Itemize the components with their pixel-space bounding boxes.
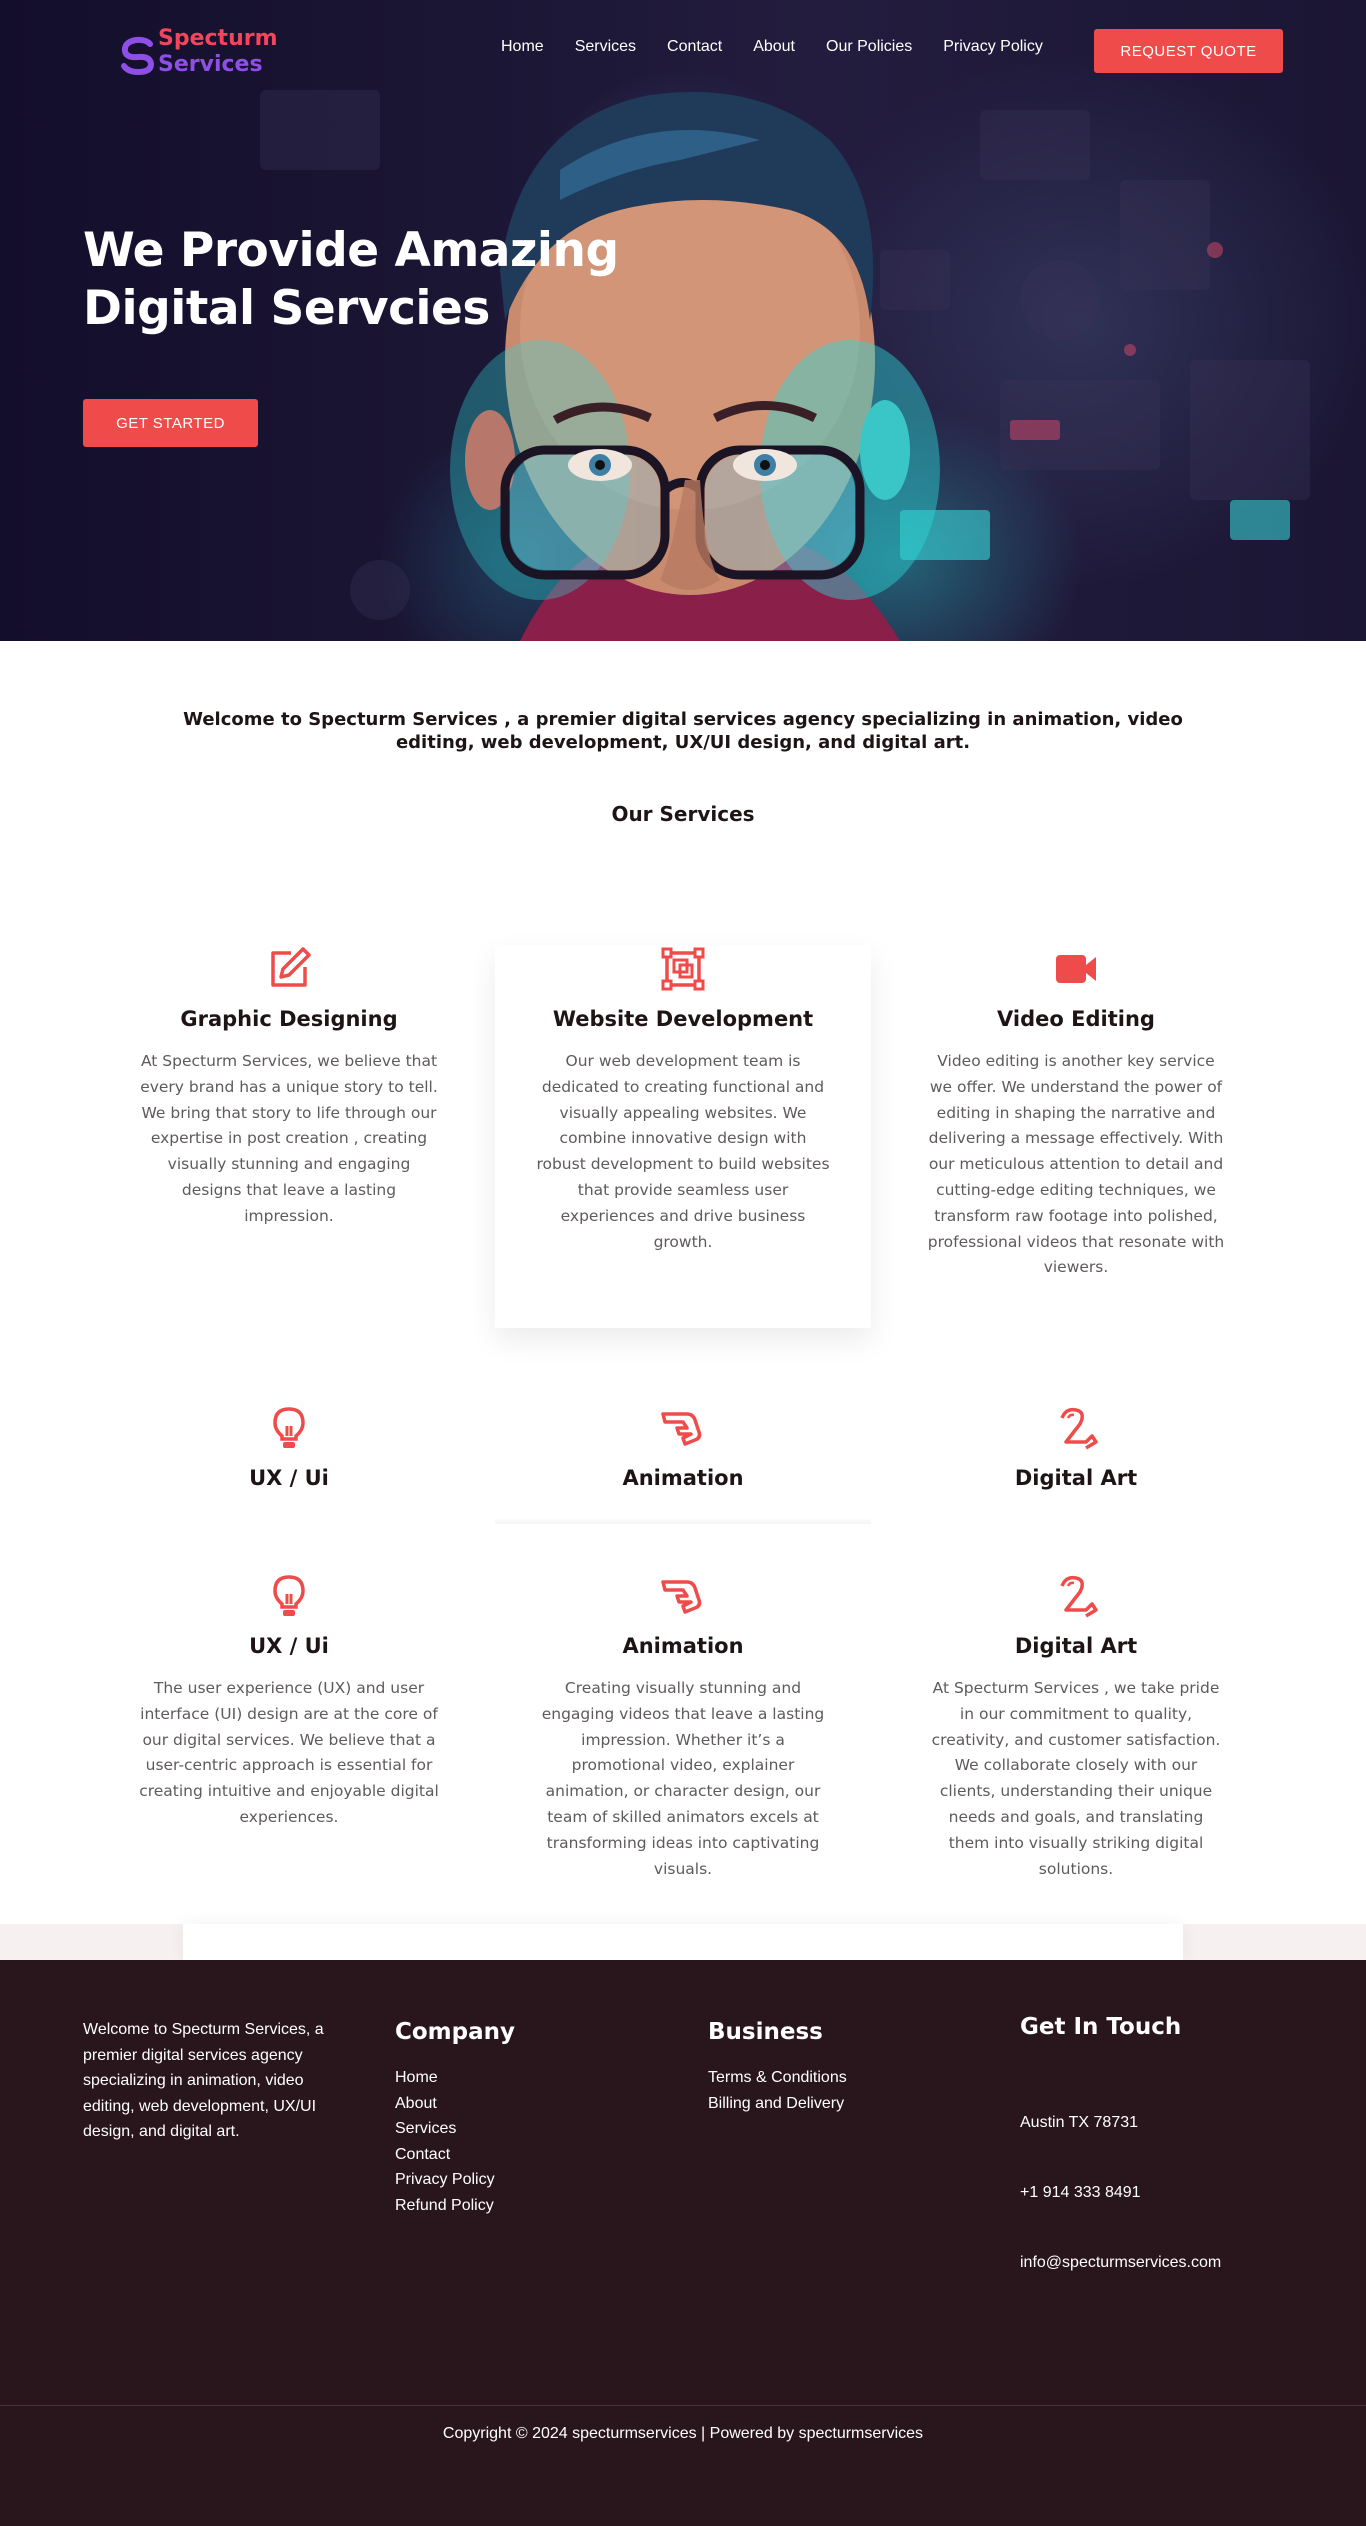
animation-icon [661,1580,702,1614]
nav-contact[interactable]: Contact [667,38,722,56]
service-card-animation: Animation Creating visually stunning and… [495,1572,871,1882]
service-card-video-editing: Video Editing Video editing is another k… [888,945,1264,1281]
digital-art-icon [1060,1575,1098,1618]
main-menu: Home Services Contact About Our Policies… [501,38,1074,56]
logo-text: Specturm Services [158,26,278,78]
service-title: UX / Ui [249,1466,329,1490]
service-title: Video Editing [997,1007,1155,1031]
video-camera-icon [1056,955,1096,983]
service-card-website-development: Website Development Our web development … [495,945,871,1328]
footer-link-billing[interactable]: Billing and Delivery [708,2091,847,2117]
pre-footer-card [183,1924,1183,1960]
service-description: Video editing is another key service we … [927,1052,1225,1277]
lightbulb-icon [273,1575,305,1616]
site-footer: Welcome to Specturm Services, a premier … [0,1960,1366,2526]
footer-contact-column: Get In Touch [1020,2012,1181,2060]
hero-section: Specturm Services Home Services Contact … [0,0,1366,641]
footer-business-column: Business Terms & Conditions Billing and … [708,2017,847,2116]
intro-text: Welcome to Specturm Services , a premier… [183,709,1183,753]
service-card-graphic-designing: Graphic Designing At Specturm Services, … [101,945,477,1230]
nav-home[interactable]: Home [501,38,544,56]
nav-our-policies[interactable]: Our Policies [826,38,912,56]
logo-line-2: Services [158,52,263,77]
service-title: Digital Art [1014,1466,1138,1490]
logo-line-1: Specturm [158,26,278,51]
footer-phone[interactable]: +1 914 333 8491 [1020,2184,1141,2202]
service-description: At Specturm Services, we believe that ev… [140,1052,438,1225]
service-title: Graphic Designing [180,1007,398,1031]
site-logo[interactable]: Specturm Services [118,26,278,80]
top-navbar: Specturm Services Home Services Contact … [0,0,1366,100]
service-card-digital-art: Digital Art At Specturm Services , we ta… [888,1572,1264,1882]
divider [495,1518,871,1524]
footer-link-about[interactable]: About [395,2091,515,2117]
nav-about[interactable]: About [753,38,795,56]
service-title: Animation [622,1634,744,1658]
footer-company-column: Company Home About Services Contact Priv… [395,2017,515,2218]
copyright-text: Copyright © 2024 specturmservices | Powe… [442,2425,924,2442]
hero-title: We Provide Amazing Digital Servcies [83,223,619,336]
footer-link-services[interactable]: Services [395,2116,515,2142]
footer-contact-heading: Get In Touch [1020,2014,1182,2040]
lightbulb-icon [273,1407,305,1448]
footer-about-text: Welcome to Specturm Services, a premier … [83,2021,324,2140]
service-card-animation-short: Animation [495,1404,871,1492]
service-title: Animation [622,1466,744,1490]
service-card-ux-ui: UX / Ui The user experience (UX) and use… [101,1572,477,1831]
service-description: Our web development team is dedicated to… [536,1052,830,1251]
footer-company-heading: Company [395,2019,515,2045]
footer-link-home[interactable]: Home [395,2065,515,2091]
footer-business-heading: Business [708,2019,823,2045]
footer-divider [0,2405,1366,2406]
digital-art-icon [1060,1407,1098,1450]
footer-link-refund-policy[interactable]: Refund Policy [395,2193,515,2219]
service-description: The user experience (UX) and user interf… [139,1679,439,1826]
service-title: UX / Ui [249,1634,329,1658]
service-card-ux-ui-short: UX / Ui [101,1404,477,1492]
footer-email[interactable]: info@specturmservices.com [1020,2254,1221,2272]
pencil-edit-icon [271,947,311,987]
service-title: Digital Art [1014,1634,1138,1658]
layout-frame-icon [661,947,705,991]
service-description: Creating visually stunning and engaging … [541,1679,825,1878]
logo-s-icon [121,36,155,76]
nav-privacy-policy[interactable]: Privacy Policy [943,38,1043,56]
footer-link-privacy-policy[interactable]: Privacy Policy [395,2167,515,2193]
footer-address: Austin TX 78731 [1020,2114,1139,2131]
services-heading: Our Services [611,802,755,826]
service-title: Website Development [552,1007,814,1031]
request-quote-button[interactable]: REQUEST QUOTE [1094,29,1283,73]
get-started-button[interactable]: GET STARTED [83,399,258,447]
footer-link-terms[interactable]: Terms & Conditions [708,2065,847,2091]
footer-link-contact[interactable]: Contact [395,2142,515,2168]
service-card-digital-art-short: Digital Art [888,1404,1264,1492]
animation-icon [661,1412,702,1446]
service-description: At Specturm Services , we take pride in … [931,1679,1221,1878]
nav-services[interactable]: Services [575,38,636,56]
